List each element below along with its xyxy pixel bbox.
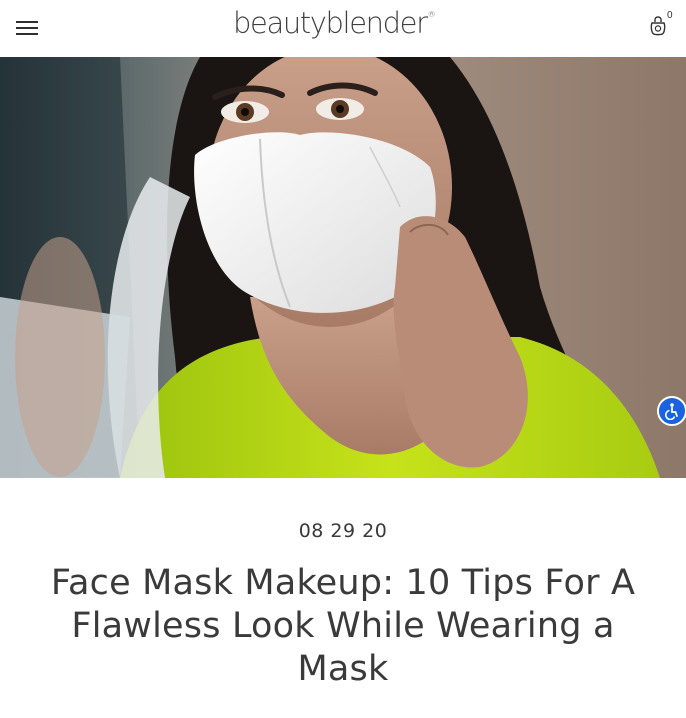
hero-photo	[0, 57, 686, 478]
shopping-bag-icon	[650, 16, 666, 36]
shopping-bag-button[interactable]: 0	[646, 10, 680, 42]
hamburger-menu-icon	[16, 21, 38, 23]
logo-text: beautyblender	[233, 6, 428, 40]
site-header: beautyblender® 0	[0, 0, 686, 57]
article-hero-image[interactable]	[0, 57, 686, 478]
accessibility-button[interactable]	[657, 396, 686, 426]
brand-logo[interactable]: beautyblender®	[233, 6, 436, 46]
bag-count: 0	[667, 10, 673, 21]
article-title: Face Mask Makeup: 10 Tips For A Flawless…	[50, 563, 636, 689]
menu-button[interactable]	[16, 17, 38, 37]
accessibility-icon	[665, 403, 678, 420]
logo-registered-mark: ®	[427, 10, 436, 19]
article-date: 08 29 20	[298, 520, 388, 542]
